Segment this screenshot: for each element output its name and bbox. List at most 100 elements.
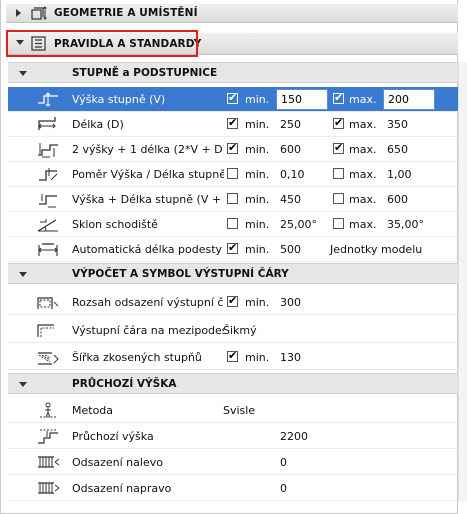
row-label: Metoda (72, 404, 114, 417)
row-label: Automatická délka podesty (72, 243, 223, 256)
step-formula-icon (36, 141, 60, 158)
min-value[interactable]: 500 (280, 243, 301, 256)
headroom-height-value[interactable]: 2200 (280, 430, 308, 443)
max-input[interactable]: 200 (383, 89, 435, 110)
max-checkbox[interactable] (333, 91, 344, 104)
row-offset-right[interactable]: Odsazení napravo 0 (8, 476, 458, 501)
step-sum-icon (36, 191, 60, 208)
row-label: Průchozí výška (72, 430, 154, 443)
min-checkbox[interactable] (227, 141, 238, 154)
headroom-height-icon (36, 428, 60, 445)
row-stair-slope[interactable]: Sklon schodiště min. 25,00° max. 35,00° (8, 212, 458, 237)
row-walkline-offset[interactable]: Rozsah odsazení výstupní čáry min. 300 (8, 290, 458, 315)
max-value[interactable]: 650 (387, 143, 408, 156)
panel-geometry-title: GEOMETRIE A UMÍSTĚNÍ (54, 7, 198, 19)
row-label: 2 výšky + 1 délka (2*V + D) (72, 143, 224, 156)
min-value[interactable]: 130 (280, 351, 301, 364)
row-offset-left[interactable]: Odsazení nalevo 0 (8, 450, 458, 475)
min-value[interactable]: 250 (280, 118, 301, 131)
riser-height-icon (36, 91, 60, 108)
row-headroom-method[interactable]: Metoda Svisle (8, 398, 458, 423)
row-label: Poměr Výška / Délka stupně (V/D) (72, 168, 224, 181)
row-label: Výstupní čára na mezipodestě (72, 324, 224, 337)
tread-depth-icon (36, 116, 60, 133)
collapse-arrow-icon[interactable] (19, 272, 27, 277)
vertical-scrollbar[interactable] (458, 62, 467, 502)
headroom-method-value[interactable]: Svisle (223, 404, 255, 417)
collapse-arrow-icon[interactable] (19, 382, 27, 387)
min-label: min. (245, 143, 270, 156)
stair-slope-icon (36, 216, 60, 233)
max-label: max. (349, 93, 377, 106)
section-headroom-header[interactable]: PRŮCHOZÍ VÝŠKA (8, 373, 458, 394)
walkline-landing-value[interactable]: Šikmý (223, 324, 257, 337)
offset-left-value[interactable]: 0 (280, 456, 287, 469)
min-value[interactable]: 300 (280, 296, 301, 309)
max-checkbox[interactable] (333, 141, 344, 154)
step-ratio-icon (36, 166, 60, 183)
max-checkbox[interactable] (333, 218, 344, 229)
min-value[interactable]: 600 (280, 143, 301, 156)
row-label: Sklon schodiště (72, 218, 158, 231)
row-label: Odsazení napravo (72, 482, 172, 495)
min-checkbox[interactable] (227, 91, 238, 104)
row-label: Délka (D) (72, 118, 124, 131)
min-input[interactable]: 150 (276, 89, 328, 110)
row-label: Odsazení nalevo (72, 456, 163, 469)
min-checkbox[interactable] (227, 218, 238, 229)
walkline-landing-icon (36, 322, 60, 339)
max-checkbox[interactable] (333, 116, 344, 129)
min-value[interactable]: 0,10 (280, 168, 305, 181)
min-label: min. (245, 296, 270, 309)
min-checkbox[interactable] (227, 294, 238, 307)
panel-geometry-header[interactable]: GEOMETRIE A UMÍSTĚNÍ (6, 4, 458, 23)
max-value[interactable]: 350 (387, 118, 408, 131)
section-headroom-title: PRŮCHOZÍ VÝŠKA (72, 378, 177, 390)
model-units-text: Jednotky modelu (330, 243, 423, 256)
expand-arrow-icon[interactable] (16, 9, 21, 17)
offset-right-value[interactable]: 0 (280, 482, 287, 495)
min-checkbox[interactable] (227, 193, 238, 204)
row-label: Šířka zkosených stupňů (72, 351, 202, 364)
walkline-offset-icon (36, 294, 60, 311)
row-label: Rozsah odsazení výstupní čáry (72, 296, 224, 309)
section-steps-title: STUPNĚ a PODSTUPNICE (72, 67, 218, 79)
section-walkline-header[interactable]: VÝPOČET A SYMBOL VÝSTUPNÍ ČÁRY (8, 263, 458, 284)
min-checkbox[interactable] (227, 349, 238, 362)
winder-width-icon (36, 349, 60, 366)
row-landing-length[interactable]: Automatická délka podesty min. 500 Jedno… (8, 237, 458, 262)
collapse-arrow-icon[interactable] (19, 71, 27, 76)
row-tread-depth[interactable]: Délka (D) min. 250 max. 350 (8, 112, 458, 137)
row-step-ratio[interactable]: Poměr Výška / Délka stupně (V/D) min. 0,… (8, 162, 458, 187)
row-riser-height[interactable]: Výška stupně (V) min. 150 max. 200 (8, 87, 458, 112)
min-value[interactable]: 25,00° (280, 218, 317, 231)
min-checkbox[interactable] (227, 116, 238, 129)
headroom-method-icon (36, 402, 60, 419)
row-winder-width[interactable]: Šířka zkosených stupňů min. 130 (8, 345, 458, 370)
max-checkbox[interactable] (333, 193, 344, 204)
max-label: max. (349, 218, 377, 231)
max-value[interactable]: 600 (387, 193, 408, 206)
max-value[interactable]: 35,00° (387, 218, 424, 231)
min-checkbox[interactable] (227, 241, 238, 254)
section-steps-header[interactable]: STUPNĚ a PODSTUPNICE (8, 62, 458, 83)
row-walkline-landing[interactable]: Výstupní čára na mezipodestě Šikmý (8, 318, 458, 343)
row-step-sum[interactable]: Výška + Délka stupně (V + D) min. 450 ma… (8, 187, 458, 212)
max-label: max. (349, 118, 377, 131)
section-walkline-title: VÝPOČET A SYMBOL VÝSTUPNÍ ČÁRY (72, 268, 289, 280)
max-label: max. (349, 143, 377, 156)
geometry-icon (31, 6, 47, 21)
max-value[interactable]: 1,00 (387, 168, 412, 181)
min-label: min. (245, 93, 270, 106)
min-label: min. (245, 243, 270, 256)
highlight-box (6, 30, 198, 57)
min-label: min. (245, 193, 270, 206)
row-headroom-height[interactable]: Průchozí výška 2200 (8, 424, 458, 449)
min-label: min. (245, 218, 270, 231)
max-checkbox[interactable] (333, 168, 344, 179)
min-checkbox[interactable] (227, 168, 238, 179)
min-label: min. (245, 351, 270, 364)
row-label: Výška stupně (V) (72, 93, 166, 106)
min-value[interactable]: 450 (280, 193, 301, 206)
row-step-formula[interactable]: 2 výšky + 1 délka (2*V + D) min. 600 max… (8, 137, 458, 162)
